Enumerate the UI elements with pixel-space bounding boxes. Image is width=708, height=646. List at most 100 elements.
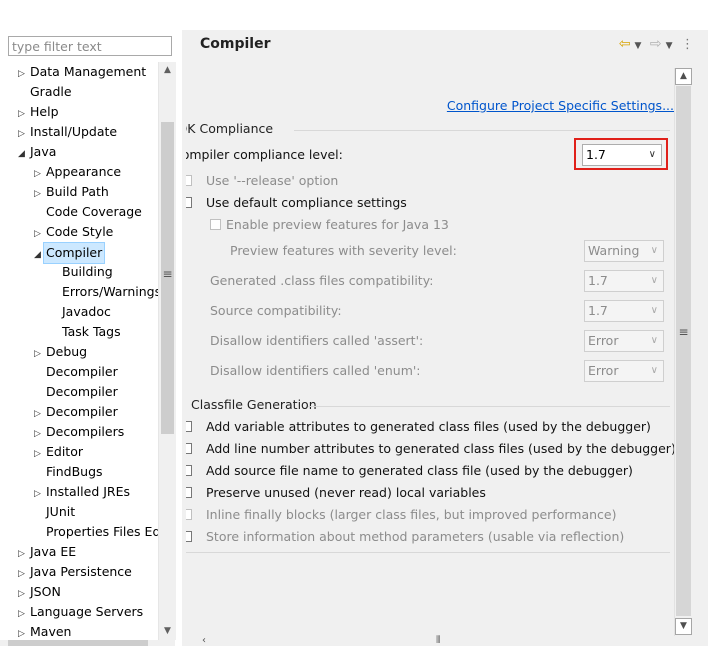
chevron-right-icon[interactable]: ▷ (34, 184, 46, 204)
generated-class-compat-select[interactable]: 1.7 ∨ (584, 270, 664, 292)
release-option-checkbox[interactable] (186, 175, 192, 186)
chevron-down-icon: ∨ (650, 275, 658, 286)
chevron-right-icon[interactable]: ▷ (34, 444, 46, 464)
scroll-up-icon[interactable]: ▲ (159, 62, 176, 79)
chevron-right-icon[interactable]: ▷ (34, 424, 46, 444)
disallow-enum-select[interactable]: Error ∨ (584, 360, 664, 382)
chevron-right-icon[interactable]: ▷ (18, 624, 30, 640)
compiler-preferences-page: Compiler ⇦ ▼ ⇨ ▼ ⋮ Configure Project Speci… (186, 30, 708, 646)
page-vertical-scrollbar[interactable]: ▲ ≡ ▼ (674, 68, 692, 636)
jdk-compliance-section-title: JDK Compliance (186, 121, 274, 136)
tree-item-help[interactable]: ▷ Help (18, 102, 59, 122)
generated-class-compat-label: Generated .class files compatibility: (210, 273, 434, 288)
chevron-right-icon[interactable]: ▷ (34, 224, 46, 244)
tree-item-junit[interactable]: JUnit (34, 502, 75, 522)
tree-item-errors-warnings[interactable]: Errors/Warnings (50, 282, 158, 302)
tree-item-java-persistence[interactable]: ▷ Java Persistence (18, 562, 132, 582)
tree-item-code-coverage[interactable]: Code Coverage (34, 202, 142, 222)
chevron-right-icon[interactable]: ▷ (34, 484, 46, 504)
tree-item-task-tags[interactable]: Task Tags (50, 322, 121, 342)
tree-item-label: Building (62, 264, 113, 279)
tree-item-label: Appearance (46, 164, 122, 179)
chevron-down-icon[interactable]: ◢ (18, 144, 30, 164)
tree-horizontal-scrollbar[interactable] (0, 640, 175, 646)
tree-item-maven[interactable]: ▷ Maven (18, 622, 71, 640)
grip-icon: ≡ (678, 325, 689, 339)
tree-item-installed-jres[interactable]: ▷ Installed JREs (34, 482, 130, 502)
preferences-tree: ▷ Data Management Gradle ▷ Help ▷ Install/U… (0, 60, 158, 640)
method-parameters-checkbox[interactable] (186, 531, 192, 542)
tree-item-java-ee[interactable]: ▷ Java EE (18, 542, 76, 562)
default-compliance-checkbox[interactable] (186, 197, 192, 208)
chevron-right-icon[interactable]: ▷ (18, 104, 30, 124)
chevron-right-icon[interactable]: ▷ (34, 344, 46, 364)
chevron-right-icon[interactable]: ▷ (34, 164, 46, 184)
tree-item-decompiler[interactable]: ▷ Decompiler (34, 402, 118, 422)
disallow-enum-value: Error (588, 363, 619, 378)
inline-finally-checkbox[interactable] (186, 509, 192, 520)
tree-item-findbugs[interactable]: FindBugs (34, 462, 103, 482)
tree-item-gradle[interactable]: Gradle (18, 82, 72, 102)
forward-arrow-icon[interactable]: ⇨ (650, 34, 662, 54)
back-arrow-icon[interactable]: ⇦ (619, 34, 631, 54)
scrollbar-thumb[interactable] (8, 640, 148, 646)
tree-item-label: Errors/Warnings (62, 284, 158, 299)
tree-item-compiler[interactable]: ◢ Compiler (34, 242, 106, 264)
chevron-right-icon[interactable]: ▷ (18, 564, 30, 584)
tree-item-install-update[interactable]: ▷ Install/Update (18, 122, 117, 142)
tree-item-javadoc[interactable]: Javadoc (50, 302, 111, 322)
chevron-down-icon[interactable]: ▼ (666, 36, 673, 56)
tree-item-label: Gradle (30, 84, 72, 99)
variable-attributes-checkbox[interactable] (186, 421, 192, 432)
tree-item-decompiler[interactable]: Decompiler (34, 362, 118, 382)
tree-item-decompilers[interactable]: ▷ Decompilers (34, 422, 124, 442)
tree-item-decompiler[interactable]: Decompiler (34, 382, 118, 402)
disallow-assert-label: Disallow identifiers called 'assert': (210, 333, 424, 348)
method-parameters-label: Store information about method parameter… (206, 529, 625, 544)
page-horizontal-scrollbar[interactable]: ‹ ⦀ (186, 636, 691, 646)
tree-item-data-management[interactable]: ▷ Data Management (18, 62, 146, 82)
tree-item-label: Decompiler (46, 364, 118, 379)
scroll-up-icon[interactable]: ▲ (675, 68, 692, 85)
chevron-right-icon[interactable]: ▷ (18, 584, 30, 604)
chevron-right-icon[interactable]: ▷ (18, 544, 30, 564)
configure-project-specific-settings-link[interactable]: Configure Project Specific Settings... (447, 98, 674, 113)
filter-input[interactable] (8, 36, 172, 56)
tree-item-label: JSON (30, 584, 61, 599)
scroll-down-icon[interactable]: ▼ (675, 618, 692, 635)
tree-item-debug[interactable]: ▷ Debug (34, 342, 87, 362)
chevron-right-icon[interactable]: ▷ (18, 124, 30, 144)
tree-item-json[interactable]: ▷ JSON (18, 582, 61, 602)
tree-item-build-path[interactable]: ▷ Build Path (34, 182, 109, 202)
chevron-down-icon[interactable]: ▼ (635, 36, 642, 56)
tree-item-building[interactable]: Building (50, 262, 113, 282)
scroll-left-icon[interactable]: ‹ (202, 636, 206, 646)
tree-item-java[interactable]: ◢ Java (18, 142, 56, 162)
tree-item-language-servers[interactable]: ▷ Language Servers (18, 602, 143, 622)
chevron-right-icon[interactable]: ▷ (34, 404, 46, 424)
tree-item-properties-files-editor[interactable]: Properties Files Edi (34, 522, 158, 542)
disallow-assert-select[interactable]: Error ∨ (584, 330, 664, 352)
generated-class-compat-value: 1.7 (588, 273, 608, 288)
more-options-icon[interactable]: ⋮ (681, 35, 694, 55)
line-number-attributes-checkbox[interactable] (186, 443, 192, 454)
scrollbar-thumb[interactable] (676, 86, 691, 616)
chevron-right-icon[interactable]: ▷ (18, 604, 30, 624)
section-divider (308, 406, 670, 407)
tree-item-label: Help (30, 104, 59, 119)
tree-item-code-style[interactable]: ▷ Code Style (34, 222, 113, 242)
preserve-unused-vars-checkbox[interactable] (186, 487, 192, 498)
tree-item-label: Java EE (30, 544, 77, 559)
section-divider (294, 130, 670, 131)
severity-level-select[interactable]: Warning ∨ (584, 240, 664, 262)
disallow-enum-label: Disallow identifiers called 'enum': (210, 363, 421, 378)
source-compat-select[interactable]: 1.7 ∨ (584, 300, 664, 322)
severity-level-value: Warning (588, 243, 640, 258)
tree-vertical-scrollbar[interactable]: ▲ ≡ ▼ (158, 62, 176, 640)
scroll-down-icon[interactable]: ▼ (159, 623, 176, 640)
chevron-right-icon[interactable]: ▷ (18, 64, 30, 84)
source-file-name-checkbox[interactable] (186, 465, 192, 476)
preview-features-checkbox[interactable] (210, 219, 221, 230)
tree-item-appearance[interactable]: ▷ Appearance (34, 162, 121, 182)
tree-item-editor[interactable]: ▷ Editor (34, 442, 83, 462)
